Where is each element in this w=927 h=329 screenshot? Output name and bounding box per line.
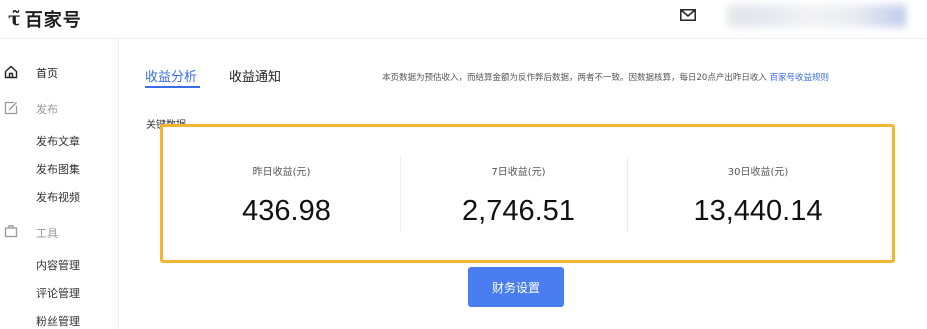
sidebar-item-label: 发布图集	[36, 163, 80, 176]
stat-value: 2,746.51	[462, 195, 575, 227]
logo[interactable]: τ̃ 百家号	[8, 6, 82, 32]
stat-label: 30日收益(元)	[727, 167, 789, 178]
stat-30-days: 30日收益(元) 13,440.14	[627, 127, 889, 260]
stat-yesterday: 昨日收益(元) 436.98	[163, 127, 400, 260]
sidebar-item-label: 粉丝管理	[36, 315, 80, 328]
stat-7-days: 7日收益(元) 2,746.51	[400, 127, 637, 260]
active-tab-indicator	[145, 86, 200, 88]
edit-icon	[4, 101, 18, 115]
header-divider	[0, 38, 927, 39]
sidebar-item-label: 发布视频	[36, 191, 80, 204]
user-info-blurred[interactable]	[728, 5, 906, 27]
mail-icon[interactable]	[680, 9, 696, 21]
notice-text: 本页数据为预估收入，而结算金额为反作弊后数据，两者不一致。因数据核算，每日20点…	[382, 73, 767, 83]
key-data-card: 昨日收益(元) 436.98 7日收益(元) 2,746.51 30日收益(元)…	[160, 124, 895, 263]
finance-settings-button[interactable]: 财务设置	[468, 267, 564, 307]
bjh-logo-icon: τ̃	[8, 8, 21, 30]
home-icon	[4, 65, 18, 79]
revenue-rules-link[interactable]: 百家号收益规则	[770, 73, 830, 83]
stat-value: 13,440.14	[693, 195, 823, 227]
sidebar: 首页 发布 发布文章 发布图集 发布视频 工具 内容管理 评论管理 粉丝管理	[0, 39, 119, 329]
toolbox-icon	[4, 225, 18, 238]
stat-label: 7日收益(元)	[491, 167, 546, 178]
sidebar-group-label: 发布	[36, 103, 58, 116]
sidebar-item-label: 发布文章	[36, 135, 80, 148]
revenue-notice: 本页数据为预估收入，而结算金额为反作弊后数据，两者不一致。因数据核算，每日20点…	[382, 71, 829, 83]
sidebar-item-label: 首页	[36, 67, 58, 80]
stat-value: 436.98	[242, 195, 331, 227]
stat-label: 昨日收益(元)	[252, 167, 311, 178]
logo-text: 百家号	[24, 10, 82, 31]
sidebar-group-label: 工具	[36, 227, 58, 240]
tab-revenue-analysis[interactable]: 收益分析	[145, 66, 197, 85]
tab-revenue-notice[interactable]: 收益通知	[229, 66, 281, 85]
sidebar-item-label: 评论管理	[36, 287, 80, 300]
sidebar-item-label: 内容管理	[36, 259, 80, 272]
